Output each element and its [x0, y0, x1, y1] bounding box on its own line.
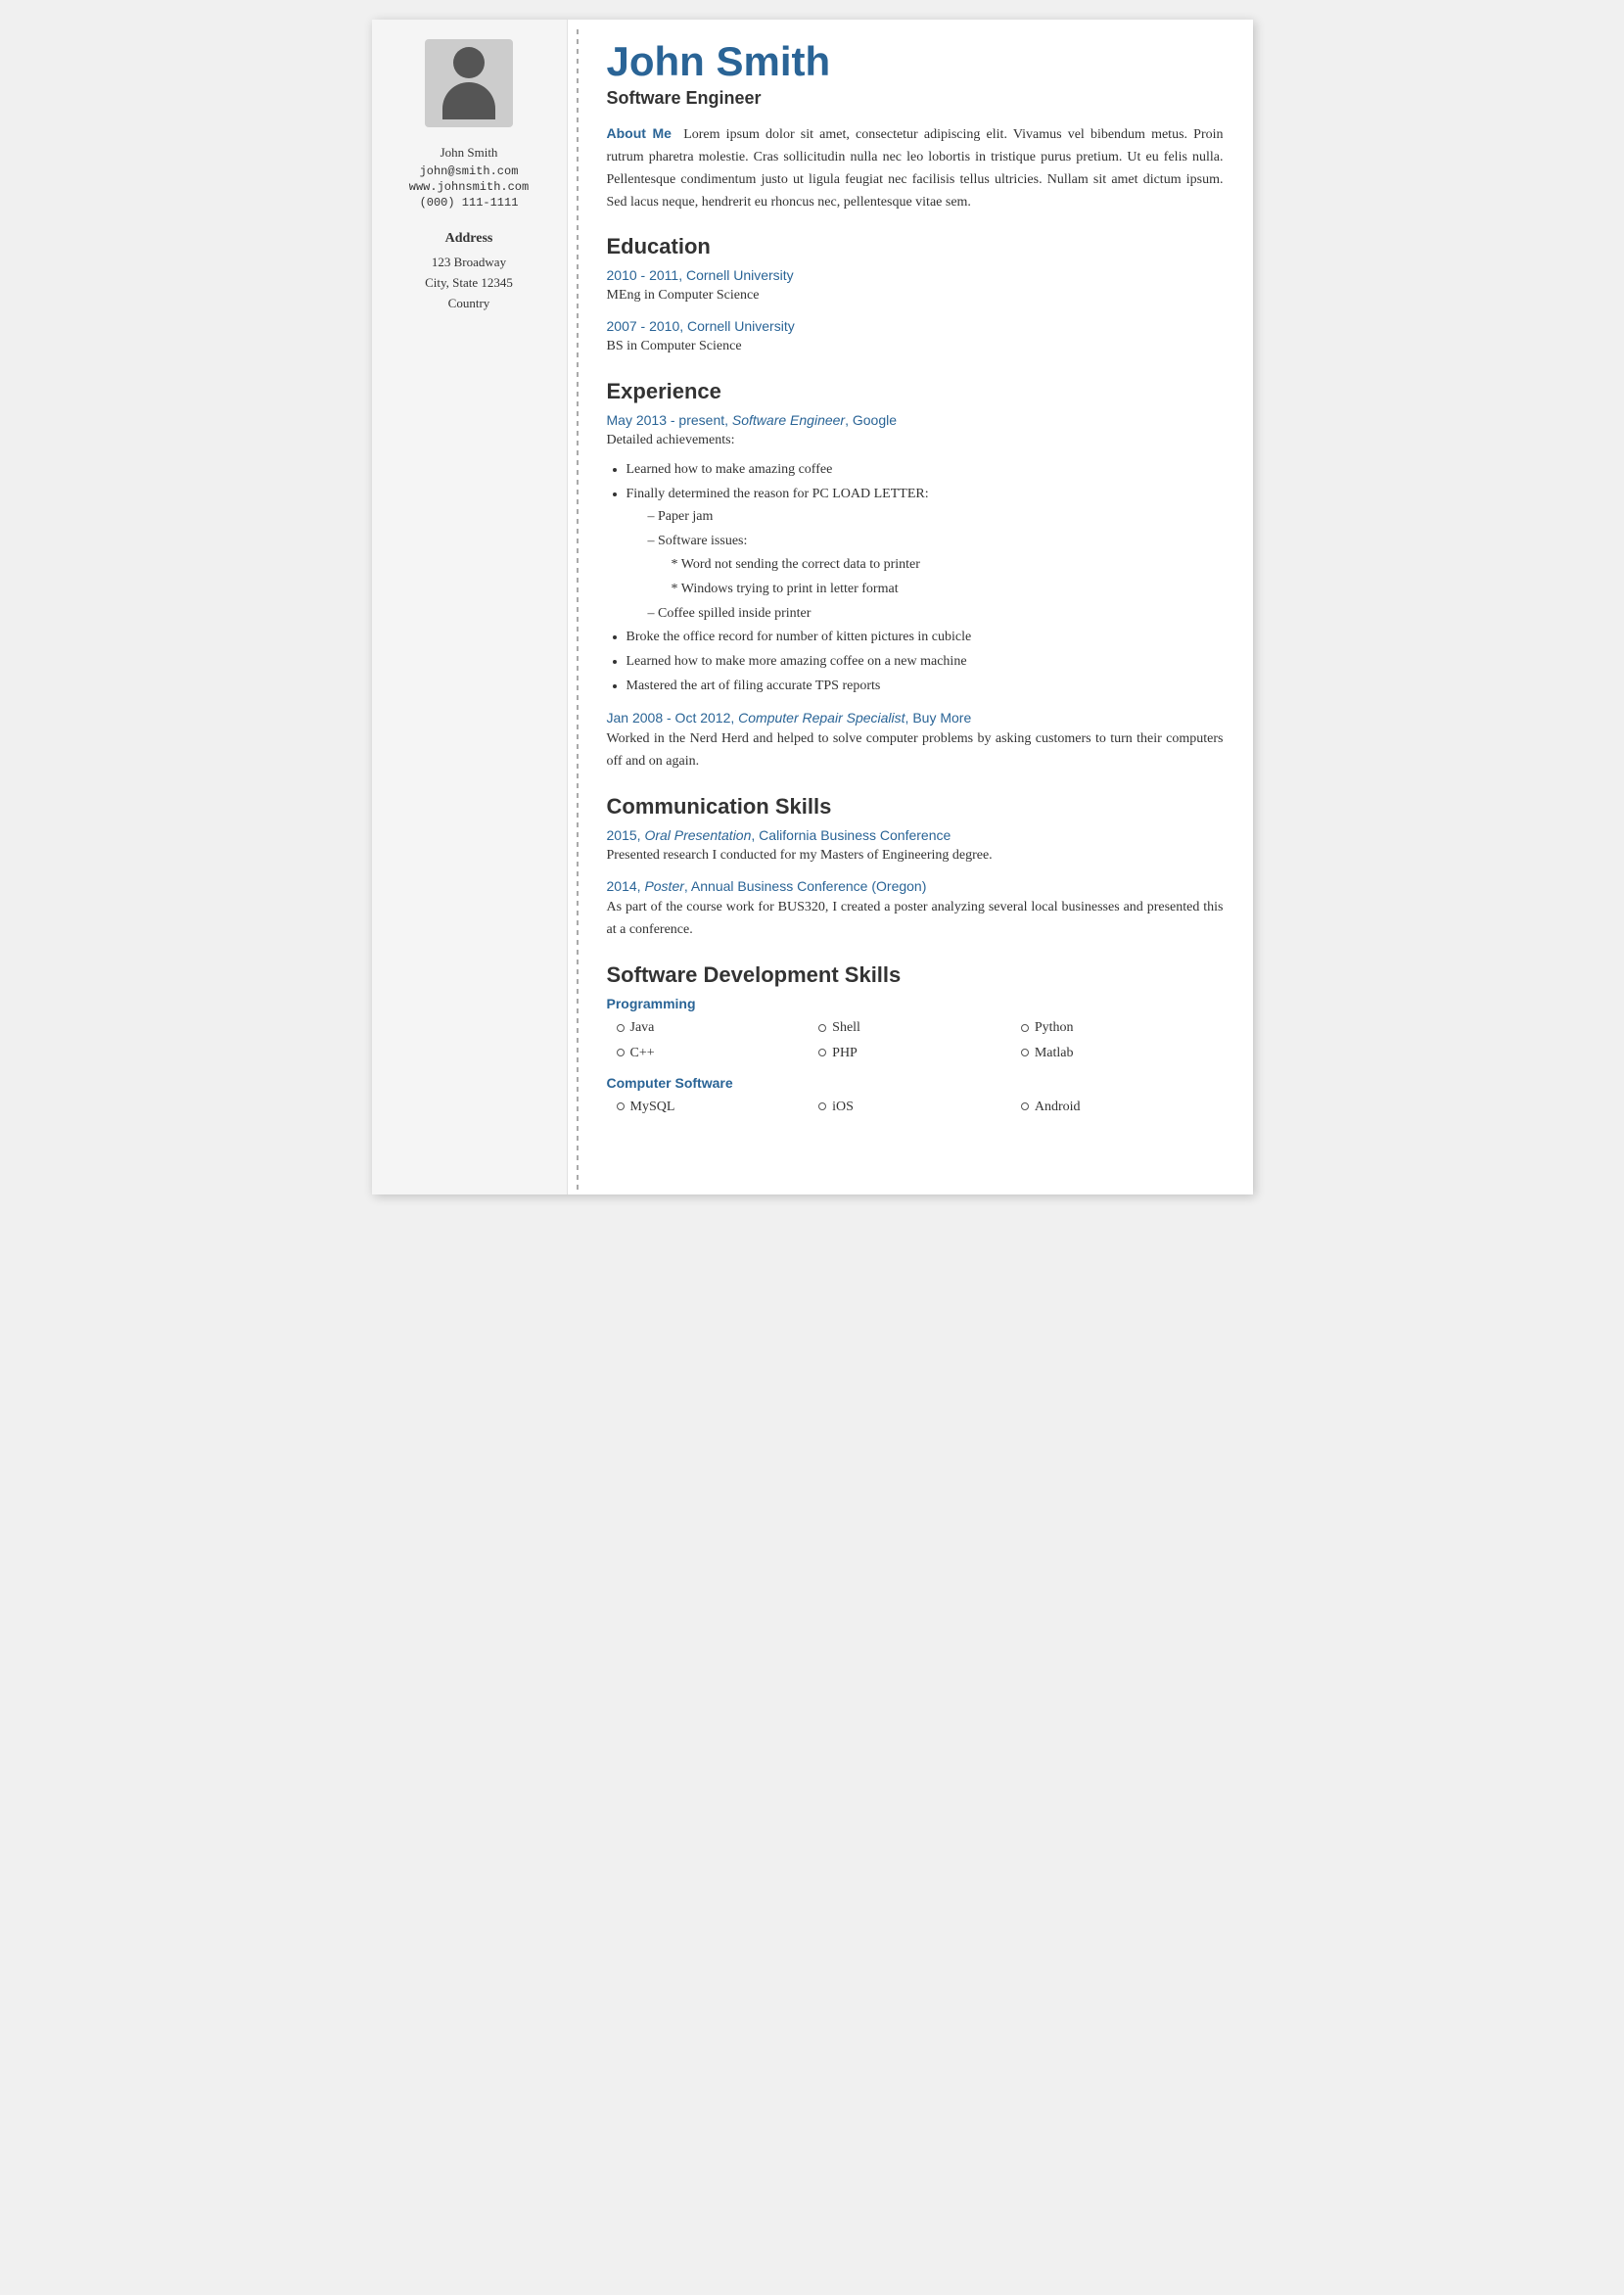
edu-degree-0: MEng in Computer Science [607, 285, 1224, 306]
comm-skills-heading: Communication Skills [607, 794, 1224, 820]
sub-sub-bullet-item: Word not sending the correct data to pri… [672, 553, 1224, 577]
experience-section: Experience May 2013 - present, Software … [607, 379, 1224, 773]
comm-desc-0: Presented research I conducted for my Ma… [607, 845, 1224, 866]
address-label: Address [445, 231, 493, 247]
bullet-item: Learned how to make amazing coffee [626, 458, 1224, 482]
sidebar: John Smith john@smith.com www.johnsmith.… [372, 20, 568, 1194]
software-skills-heading: Software Development Skills [607, 962, 1224, 988]
computer-software-category: Computer Software MySQL iOS Android [607, 1075, 1224, 1119]
skill-php: PHP [818, 1041, 1021, 1065]
bullet-item: Learned how to make more amazing coffee … [626, 650, 1224, 674]
skill-bullet-icon [818, 1049, 826, 1056]
skill-bullet-icon [617, 1049, 625, 1056]
person-icon [442, 47, 495, 119]
programming-label: Programming [607, 996, 1224, 1011]
bullet-item: Finally determined the reason for PC LOA… [626, 483, 1224, 626]
edu-title-0: 2010 - 2011, Cornell University [607, 267, 1224, 283]
bullet-item: Mastered the art of filing accurate TPS … [626, 675, 1224, 698]
exp-entry-1: Jan 2008 - Oct 2012, Computer Repair Spe… [607, 710, 1224, 773]
sub-bullet-item: Software issues: Word not sending the co… [648, 530, 1224, 600]
skill-bullet-icon [1021, 1024, 1029, 1032]
main-name: John Smith [607, 39, 1224, 84]
skill-bullet-icon [617, 1024, 625, 1032]
sub-bullet-item: Coffee spilled inside printer [648, 602, 1224, 626]
avatar [425, 39, 513, 127]
skill-bullet-icon [818, 1024, 826, 1032]
exp-desc-1: Worked in the Nerd Herd and helped to so… [607, 727, 1224, 773]
skill-bullet-icon [1021, 1102, 1029, 1110]
comm-title-0: 2015, Oral Presentation, California Busi… [607, 827, 1224, 843]
programming-category: Programming Java Shell Python [607, 996, 1224, 1064]
comm-title-1: 2014, Poster, Annual Business Conference… [607, 878, 1224, 894]
education-entry-0: 2010 - 2011, Cornell University MEng in … [607, 267, 1224, 306]
education-section: Education 2010 - 2011, Cornell Universit… [607, 234, 1224, 358]
exp-desc-0: Detailed achievements: [607, 430, 1224, 451]
comm-skills-section: Communication Skills 2015, Oral Presenta… [607, 794, 1224, 942]
education-entry-1: 2007 - 2010, Cornell University BS in Co… [607, 318, 1224, 357]
divider [568, 20, 587, 1194]
skill-shell: Shell [818, 1015, 1021, 1040]
programming-skills-grid: Java Shell Python C++ [617, 1015, 1224, 1064]
skill-android: Android [1021, 1095, 1224, 1119]
about-me-text: Lorem ipsum dolor sit amet, consectetur … [607, 127, 1224, 210]
exp-bullets-0: Learned how to make amazing coffee Final… [626, 458, 1224, 698]
skill-matlab: Matlab [1021, 1041, 1224, 1065]
computer-software-grid: MySQL iOS Android [617, 1095, 1224, 1119]
skill-python: Python [1021, 1015, 1224, 1040]
comm-entry-1: 2014, Poster, Annual Business Conference… [607, 878, 1224, 941]
sidebar-phone: (000) 111-1111 [420, 196, 519, 210]
exp-entry-0: May 2013 - present, Software Engineer, G… [607, 412, 1224, 697]
sub-bullet-item: Paper jam [648, 505, 1224, 529]
education-heading: Education [607, 234, 1224, 259]
skill-cpp: C++ [617, 1041, 819, 1065]
comm-desc-1: As part of the course work for BUS320, I… [607, 896, 1224, 941]
sub-sub-bullet-item: Windows trying to print in letter format [672, 578, 1224, 601]
edu-title-1: 2007 - 2010, Cornell University [607, 318, 1224, 334]
sub-sub-bullets: Word not sending the correct data to pri… [672, 553, 1224, 601]
comm-entry-0: 2015, Oral Presentation, California Busi… [607, 827, 1224, 866]
sidebar-address: 123 Broadway City, State 12345 Country [425, 253, 513, 313]
sidebar-email: john@smith.com [420, 164, 519, 178]
about-me-label: About Me [607, 125, 672, 141]
main-job-title: Software Engineer [607, 88, 1224, 109]
computer-software-label: Computer Software [607, 1075, 1224, 1091]
experience-heading: Experience [607, 379, 1224, 404]
main-content: John Smith Software Engineer About Me Lo… [587, 20, 1253, 1194]
software-skills-section: Software Development Skills Programming … [607, 962, 1224, 1119]
about-me-paragraph: About Me Lorem ipsum dolor sit amet, con… [607, 122, 1224, 213]
sub-bullets: Paper jam Software issues: Word not send… [648, 505, 1224, 625]
edu-degree-1: BS in Computer Science [607, 336, 1224, 357]
exp-title-1: Jan 2008 - Oct 2012, Computer Repair Spe… [607, 710, 1224, 726]
skill-bullet-icon [818, 1102, 826, 1110]
exp-title-0: May 2013 - present, Software Engineer, G… [607, 412, 1224, 428]
resume-page: John Smith john@smith.com www.johnsmith.… [372, 20, 1253, 1194]
skill-java: Java [617, 1015, 819, 1040]
bullet-item: Broke the office record for number of ki… [626, 626, 1224, 649]
skill-mysql: MySQL [617, 1095, 819, 1119]
skill-bullet-icon [617, 1102, 625, 1110]
sidebar-website: www.johnsmith.com [409, 180, 529, 194]
skill-ios: iOS [818, 1095, 1021, 1119]
skill-bullet-icon [1021, 1049, 1029, 1056]
sidebar-name: John Smith [441, 145, 498, 161]
